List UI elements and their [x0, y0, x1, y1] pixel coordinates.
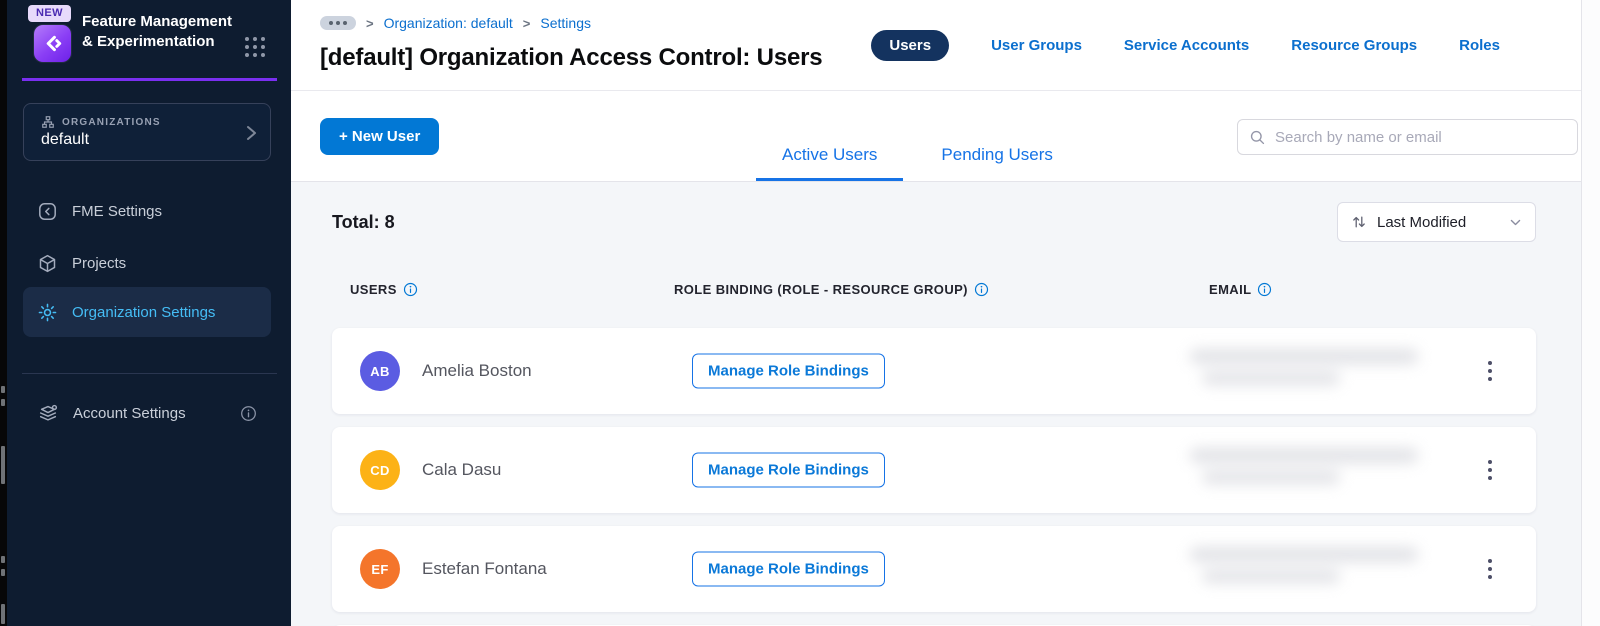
total-count: Total: 8	[332, 211, 395, 232]
users-list-section: Total: 8 Last Modified USERS ROLE BINDIN…	[291, 182, 1600, 626]
user-name: Cala Dasu	[422, 460, 502, 479]
nav-tab-users[interactable]: Users	[871, 30, 950, 61]
table-row: EF Estefan Fontana Manage Role Bindings	[332, 526, 1536, 612]
user-state-tabs: Active Users Pending Users	[756, 145, 1079, 181]
sidebar: NEW Feature Management & Experimentation	[7, 0, 291, 626]
app-window: NEW Feature Management & Experimentation	[0, 0, 1600, 626]
cube-icon	[39, 254, 56, 272]
avatar-initials: CD	[370, 462, 390, 478]
row-more-menu-icon[interactable]	[1482, 553, 1498, 585]
sort-value: Last Modified	[1377, 213, 1467, 231]
org-switcher-value: default	[41, 131, 90, 148]
sort-arrows-icon	[1353, 216, 1365, 228]
sidebar-item-organization-settings[interactable]: Organization Settings	[23, 287, 271, 337]
sidebar-divider	[22, 373, 277, 374]
info-icon[interactable]	[1257, 282, 1272, 297]
sidebar-item-fme-settings[interactable]: FME Settings	[23, 187, 271, 235]
avatar-initials: EF	[371, 561, 389, 577]
page-header: > Organization: default > Settings [defa…	[291, 0, 1600, 91]
sidebar-item-label: Organization Settings	[72, 303, 216, 321]
email-redacted-blur	[1190, 349, 1430, 393]
user-name: Estefan Fontana	[422, 559, 547, 578]
email-redacted-blur	[1190, 448, 1430, 492]
gear-icon	[38, 303, 57, 321]
breadcrumb: > Organization: default > Settings	[320, 15, 591, 31]
new-badge: NEW	[28, 5, 71, 22]
column-header-users: USERS	[350, 282, 397, 297]
sidebar-item-label: Projects	[72, 254, 127, 272]
sidebar-item-label: FME Settings	[72, 202, 163, 220]
organization-switcher[interactable]: ORGANIZATIONS default	[23, 103, 271, 161]
email-redacted-blur	[1190, 547, 1430, 591]
user-name: Amelia Boston	[422, 361, 532, 380]
tab-active-users[interactable]: Active Users	[756, 145, 904, 181]
breadcrumb-separator: >	[366, 15, 374, 31]
manage-role-bindings-button[interactable]: Manage Role Bindings	[692, 551, 885, 587]
tab-pending-users[interactable]: Pending Users	[915, 145, 1079, 181]
info-icon[interactable]	[240, 405, 257, 422]
breadcrumb-ellipsis-button[interactable]	[320, 16, 356, 30]
breadcrumb-separator: >	[522, 15, 531, 31]
toolbar: + New User Active Users Pending Users	[291, 91, 1600, 182]
page-title: [default] Organization Access Control: U…	[320, 44, 823, 71]
sidebar-item-projects[interactable]: Projects	[23, 239, 271, 287]
table-column-headers: USERS ROLE BINDING (ROLE - RESOURCE GROU…	[332, 282, 1536, 297]
fme-settings-icon	[39, 202, 56, 220]
search-box	[1237, 119, 1578, 155]
avatar: EF	[360, 549, 400, 589]
table-row: AB Amelia Boston Manage Role Bindings	[332, 328, 1536, 414]
breadcrumb-link-settings[interactable]: Settings	[540, 15, 591, 31]
column-header-role-binding: ROLE BINDING (ROLE - RESOURCE GROUP)	[674, 282, 968, 297]
avatar: AB	[360, 351, 400, 391]
info-icon[interactable]	[974, 282, 989, 297]
chevron-down-icon	[1510, 219, 1521, 225]
search-icon	[1250, 130, 1265, 144]
row-more-menu-icon[interactable]	[1482, 454, 1498, 486]
column-header-email: EMAIL	[1209, 282, 1252, 297]
avatar-initials: AB	[370, 363, 390, 379]
avatar: CD	[360, 450, 400, 490]
new-user-button[interactable]: + New User	[320, 118, 440, 155]
background-window-sliver	[0, 0, 7, 626]
org-hierarchy-icon	[42, 116, 54, 128]
row-more-menu-icon[interactable]	[1482, 355, 1498, 387]
nav-tab-resource-groups[interactable]: Resource Groups	[1291, 37, 1417, 54]
main-area: > Organization: default > Settings [defa…	[291, 0, 1600, 626]
split-chevrons-icon	[46, 35, 62, 52]
search-input[interactable]	[1275, 128, 1566, 146]
page-right-gutter	[1581, 0, 1600, 626]
brand-divider	[22, 78, 277, 81]
sidebar-item-account-settings[interactable]: Account Settings	[23, 389, 271, 437]
sort-dropdown[interactable]: Last Modified	[1337, 202, 1536, 242]
fme-logo	[34, 25, 71, 62]
nav-tab-service-accounts[interactable]: Service Accounts	[1124, 37, 1249, 54]
org-switcher-label: ORGANIZATIONS	[62, 116, 161, 128]
sidebar-item-label: Account Settings	[73, 404, 186, 422]
nav-tab-roles[interactable]: Roles	[1459, 37, 1500, 54]
info-icon[interactable]	[403, 282, 418, 297]
access-control-nav: Users User Groups Service Accounts Resou…	[871, 30, 1500, 61]
table-row: CD Cala Dasu Manage Role Bindings	[332, 427, 1536, 513]
product-title: Feature Management & Experimentation	[82, 13, 233, 50]
user-rows: AB Amelia Boston Manage Role Bindings CD…	[332, 328, 1536, 626]
manage-role-bindings-button[interactable]: Manage Role Bindings	[692, 353, 885, 389]
layers-gear-icon	[39, 404, 58, 421]
breadcrumb-link-organization[interactable]: Organization: default	[384, 15, 513, 31]
chevron-right-icon	[247, 126, 256, 140]
app-grid-icon[interactable]	[245, 37, 265, 57]
manage-role-bindings-button[interactable]: Manage Role Bindings	[692, 452, 885, 488]
nav-tab-user-groups[interactable]: User Groups	[991, 37, 1082, 54]
